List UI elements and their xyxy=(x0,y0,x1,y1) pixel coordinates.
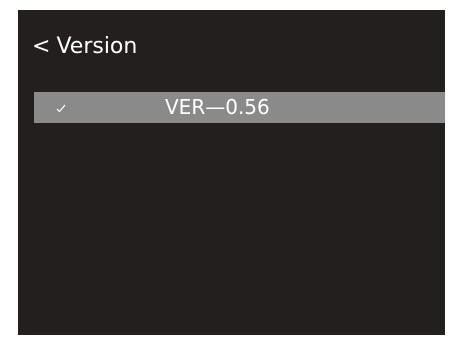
list-item-version[interactable]: VER—0.56 xyxy=(34,92,445,123)
back-header[interactable]: < Version xyxy=(32,28,137,64)
version-screen: < Version VER—0.56 xyxy=(18,10,445,335)
version-list: VER—0.56 xyxy=(34,92,445,123)
back-arrow-icon[interactable]: < xyxy=(32,34,50,59)
check-icon xyxy=(54,100,68,114)
page-title: Version xyxy=(56,33,138,59)
version-label: VER—0.56 xyxy=(165,95,270,119)
